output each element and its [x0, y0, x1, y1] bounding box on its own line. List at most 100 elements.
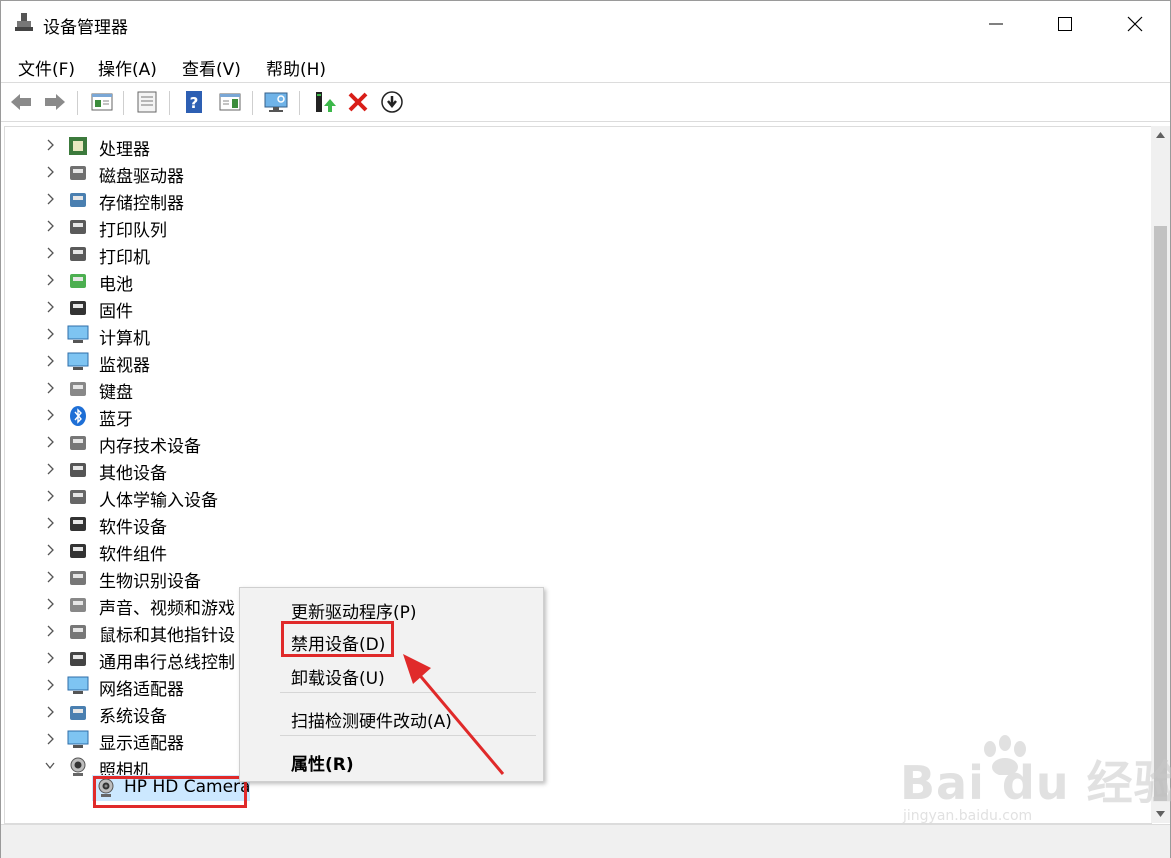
menu-help[interactable]: 帮助(H) [264, 53, 328, 82]
help-button[interactable]: ? [181, 89, 207, 115]
menu-action[interactable]: 操作(A) [96, 53, 159, 82]
display-adapter-icon [67, 730, 89, 748]
chevron-right-icon[interactable] [45, 139, 55, 151]
disable-device-button[interactable] [379, 89, 405, 115]
window-title: 设备管理器 [43, 18, 128, 38]
tree-item-category[interactable]: 磁盘驱动器 [5, 159, 1145, 187]
toolbar-separator [299, 91, 300, 115]
chevron-right-icon[interactable] [45, 166, 55, 178]
tree-item-category[interactable]: 监视器 [5, 348, 1145, 376]
tree-item-category[interactable]: 内存技术设备 [5, 429, 1145, 457]
menu-view[interactable]: 查看(V) [180, 53, 243, 82]
tree-item-category[interactable]: 鼠标和其他指针设 [5, 618, 1145, 646]
scroll-thumb[interactable] [1154, 226, 1167, 801]
annotation-highlight-box [93, 776, 247, 808]
biometric-icon [70, 571, 86, 585]
back-arrow-icon [11, 94, 31, 110]
chevron-right-icon[interactable] [45, 274, 55, 286]
minimize-icon [989, 23, 1003, 25]
bluetooth-icon [70, 406, 86, 426]
chevron-right-icon[interactable] [45, 517, 55, 529]
chevron-right-icon[interactable] [45, 463, 55, 475]
menu-item-update-driver[interactable]: 更新驱动程序(P) [291, 598, 417, 623]
device-tree[interactable]: 处理器 磁盘驱动器 存储控制器打印队列 打印机 电池 固件 计算机 监视器键盘 蓝牙 内存技术设备… [4, 126, 1152, 824]
chevron-right-icon[interactable] [45, 328, 55, 340]
annotation-highlight-box [281, 621, 394, 657]
tree-item-category[interactable]: 打印队列 [5, 213, 1145, 241]
menu-item-uninstall-device[interactable]: 卸载设备(U) [291, 664, 385, 689]
chevron-right-icon[interactable] [45, 382, 55, 394]
baidu-watermark: Bai du 经验 jingyan.baidu.com [895, 735, 1171, 835]
forward-arrow-icon [45, 94, 65, 110]
maximize-icon [1058, 17, 1072, 31]
disk-drive-icon [70, 166, 86, 180]
scan-hardware-button[interactable] [263, 89, 289, 115]
chevron-right-icon[interactable] [45, 571, 55, 583]
toolbar-separator [77, 91, 78, 115]
chevron-right-icon[interactable] [45, 598, 55, 610]
chevron-right-icon[interactable] [45, 679, 55, 691]
uninstall-device-button[interactable] [345, 89, 371, 115]
tree-item-category[interactable]: 蓝牙 [5, 402, 1145, 430]
vertical-scrollbar[interactable] [1151, 126, 1170, 823]
tree-item-category[interactable]: 人体学输入设备 [5, 483, 1145, 511]
properties-button[interactable] [134, 89, 160, 115]
close-icon [1127, 16, 1143, 32]
tree-item-category[interactable]: 存储控制器 [5, 186, 1145, 214]
forward-button[interactable] [42, 89, 68, 115]
scroll-up-button[interactable] [1151, 126, 1170, 144]
update-driver-button[interactable] [311, 89, 337, 115]
title-bar[interactable]: 设备管理器 [1, 1, 1170, 47]
chevron-right-icon[interactable] [45, 625, 55, 637]
chevron-down-icon[interactable] [45, 760, 55, 772]
chevron-right-icon[interactable] [45, 733, 55, 745]
tree-item-category[interactable]: 网络适配器 [5, 672, 1145, 700]
chevron-right-icon[interactable] [45, 193, 55, 205]
tree-item-category[interactable]: 处理器 [5, 132, 1145, 160]
other-devices-icon [70, 463, 86, 477]
menu-file[interactable]: 文件(F) [16, 53, 77, 82]
print-queue-icon [70, 220, 86, 234]
chevron-right-icon[interactable] [45, 544, 55, 556]
tree-item-category[interactable]: 软件组件 [5, 537, 1145, 565]
chevron-right-icon[interactable] [45, 490, 55, 502]
maximize-button[interactable] [1030, 1, 1100, 47]
back-button[interactable] [8, 89, 34, 115]
tree-item-category[interactable]: 通用串行总线控制 [5, 645, 1145, 673]
tree-item-category[interactable]: 固件 [5, 294, 1145, 322]
chevron-right-icon[interactable] [45, 706, 55, 718]
chevron-right-icon[interactable] [45, 436, 55, 448]
tree-item-category[interactable]: 声音、视频和游戏 [5, 591, 1145, 619]
chevron-right-icon[interactable] [45, 247, 55, 259]
computer-icon [67, 325, 89, 343]
tree-item-category[interactable]: 软件设备 [5, 510, 1145, 538]
chevron-right-icon[interactable] [45, 355, 55, 367]
tree-item-label: 打印队列 [99, 221, 167, 241]
chevron-right-icon[interactable] [45, 220, 55, 232]
tree-item-category[interactable]: 键盘 [5, 375, 1145, 403]
device-manager-window: 设备管理器 文件(F) 操作(A) 查看(V) 帮助(H) ? 处理器 磁盘驱动… [0, 0, 1171, 858]
chevron-right-icon[interactable] [45, 652, 55, 664]
chevron-right-icon[interactable] [45, 301, 55, 313]
close-button[interactable] [1100, 1, 1170, 47]
tree-item-label: 声音、视频和游戏 [99, 599, 235, 619]
tree-item-label: 键盘 [99, 383, 133, 403]
action-pane-button[interactable] [217, 89, 243, 115]
menu-item-properties[interactable]: 属性(R) [291, 750, 354, 775]
tree-item-category[interactable]: 其他设备 [5, 456, 1145, 484]
tree-item-category[interactable]: 计算机 [5, 321, 1145, 349]
watermark-text: Bai du 经验 [900, 756, 1171, 810]
uninstall-device-icon [348, 92, 368, 112]
toolbar-separator [169, 91, 170, 115]
tree-item-category[interactable]: 系统设备 [5, 699, 1145, 727]
tree-item-category[interactable]: 电池 [5, 267, 1145, 295]
minimize-button[interactable] [961, 1, 1031, 47]
tree-item-category[interactable]: 打印机 [5, 240, 1145, 268]
tree-item-label: 系统设备 [99, 707, 167, 727]
tree-item-category[interactable]: 生物识别设备 [5, 564, 1145, 592]
device-manager-icon [15, 13, 33, 31]
console-tree-button[interactable] [89, 89, 115, 115]
network-adapter-icon [67, 676, 89, 694]
chevron-right-icon[interactable] [45, 409, 55, 421]
menu-bar: 文件(F) 操作(A) 查看(V) 帮助(H) [1, 49, 1170, 81]
